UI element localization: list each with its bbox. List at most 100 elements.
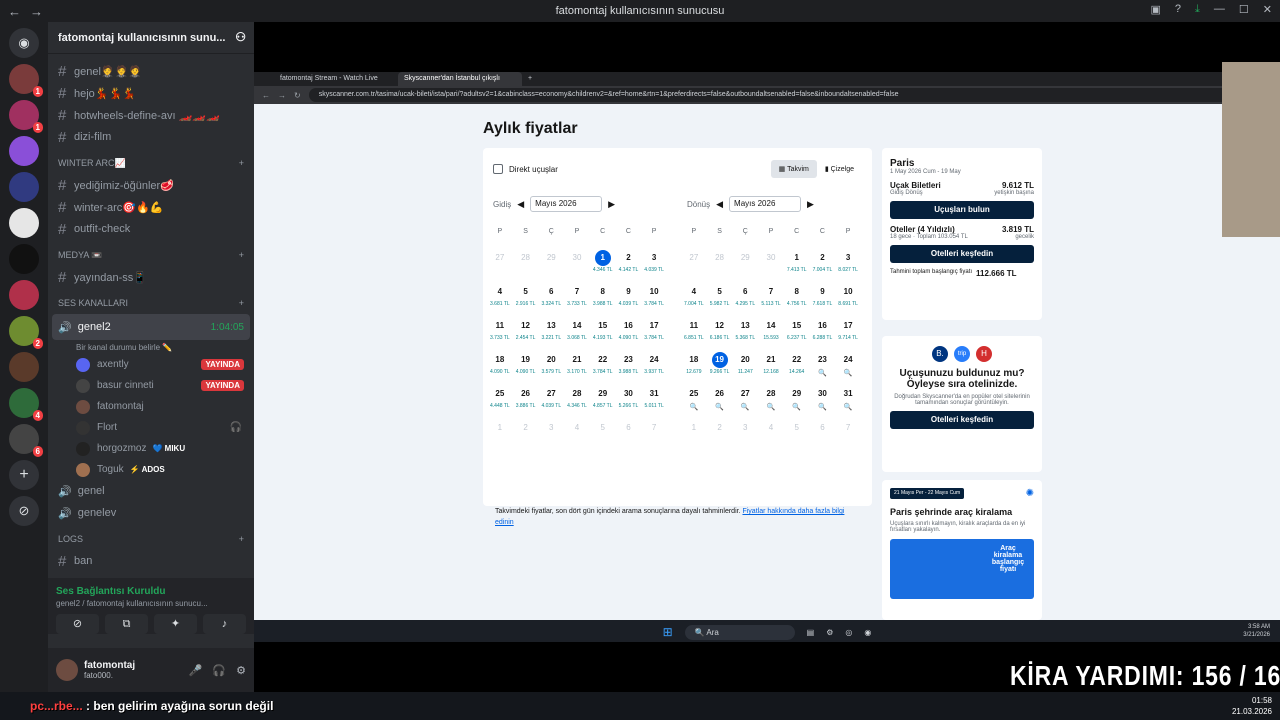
text-channel[interactable]: # hotwheels-define-avı 🏎️🏎️🏎️ <box>48 104 254 126</box>
calendar-day[interactable]: 11 6.851 TL <box>681 318 707 352</box>
text-channel[interactable]: # genel🤵🤵🤵 <box>48 60 254 82</box>
download-icon[interactable]: ⤓ <box>1195 3 1200 16</box>
text-channel[interactable]: # ban <box>48 550 254 572</box>
calendar-day[interactable]: 29 🔍 <box>784 386 810 420</box>
calendar-day[interactable]: 14 3.068 TL <box>564 318 590 352</box>
maximize-icon[interactable]: ☐ <box>1239 3 1249 16</box>
calendar-day[interactable]: 27 4.039 TL <box>538 386 564 420</box>
voice-user[interactable]: fatomontaj <box>48 396 254 417</box>
calendar-day[interactable]: 15 4.193 TL <box>590 318 616 352</box>
calendar-day[interactable]: 23 🔍 <box>810 352 836 386</box>
calendar-day[interactable]: 6 4.295 TL <box>732 284 758 318</box>
address-bar[interactable]: skyscanner.com.tr/tasima/ucak-bileti/ist… <box>308 88 1280 102</box>
discord-home-icon[interactable]: ◉ <box>9 28 39 58</box>
calendar-day[interactable]: 1 4.346 TL <box>590 250 616 284</box>
prev-month-icon[interactable]: ◀ <box>517 199 524 210</box>
windows-start-icon[interactable]: ⊞ <box>663 625 673 639</box>
settings-icon[interactable]: ⚙ <box>236 664 246 677</box>
voice-user[interactable]: horgozmoz 💙 MIKU <box>48 438 254 459</box>
category-logs[interactable]: LOGS + <box>48 528 254 550</box>
add-server-icon[interactable]: + <box>9 460 39 490</box>
add-channel-icon[interactable]: + <box>239 298 244 308</box>
server-icon[interactable]: 4 <box>9 388 43 421</box>
calendar-day[interactable]: 21 3.170 TL <box>564 352 590 386</box>
text-channel[interactable]: # winter-arc🎯🔥💪 <box>48 196 254 218</box>
channel-status[interactable]: Bir kanal durumu belirle ✏️ <box>48 340 254 354</box>
text-channel[interactable]: # dizi-film <box>48 126 254 148</box>
voice-user[interactable]: Toguk ⚡ ADOS <box>48 459 254 480</box>
add-channel-icon[interactable]: + <box>239 158 244 168</box>
server-header[interactable]: fatomontaj kullanıcısının sunu... ⚇ <box>48 22 254 54</box>
calendar-day[interactable]: 23 3.988 TL <box>616 352 642 386</box>
calendar-day[interactable]: 20 3.579 TL <box>538 352 564 386</box>
calendar-day[interactable]: 28 🔍 <box>758 386 784 420</box>
calendar-day[interactable]: 27 🔍 <box>732 386 758 420</box>
calendar-day[interactable]: 7 5.113 TL <box>758 284 784 318</box>
avatar[interactable] <box>56 659 78 681</box>
explore-icon[interactable]: ⊘ <box>9 496 39 526</box>
calendar-day[interactable]: 2 4.142 TL <box>616 250 642 284</box>
category-winter[interactable]: WINTER ARC📈 + <box>48 152 254 174</box>
calendar-day[interactable]: 31 5.011 TL <box>641 386 667 420</box>
calendar-day[interactable]: 22 14.264 <box>784 352 810 386</box>
category-voice[interactable]: Ses Kanalları + <box>48 292 254 314</box>
add-member-icon[interactable]: ⚇ <box>235 30 246 44</box>
category-medya[interactable]: MEDYA 📼 + <box>48 244 254 266</box>
voice-channel[interactable]: 🔊 genelev <box>48 502 254 524</box>
calendar-day[interactable]: 9 4.039 TL <box>616 284 642 318</box>
file-explorer-icon[interactable]: ▤ <box>807 628 815 637</box>
calendar-day[interactable]: 13 3.221 TL <box>538 318 564 352</box>
find-flights-button[interactable]: Uçuşları bulun <box>890 201 1034 219</box>
calendar-day[interactable]: 16 6.288 TL <box>810 318 836 352</box>
calendar-day[interactable]: 15 6.237 TL <box>784 318 810 352</box>
server-icon[interactable]: 1 <box>9 100 43 133</box>
calendar-day[interactable]: 8 3.988 TL <box>590 284 616 318</box>
inbox-icon[interactable]: ▣ <box>1151 3 1161 16</box>
next-month-icon[interactable]: ▶ <box>807 199 814 210</box>
forward-icon[interactable]: → <box>278 91 286 100</box>
soundboard-icon[interactable]: ♪ <box>203 614 246 634</box>
calendar-day[interactable]: 24 🔍 <box>835 352 861 386</box>
browser-tab[interactable]: fatomontaj Stream - Watch Live <box>274 72 398 86</box>
discord-icon[interactable]: ◉ <box>864 628 871 637</box>
close-icon[interactable]: ✕ <box>1263 3 1272 16</box>
calendar-day[interactable]: 1 7.413 TL <box>784 250 810 284</box>
text-channel[interactable]: # yediğimiz-öğünler🥩 <box>48 174 254 196</box>
voice-connected-sub[interactable]: genel2 / fatomontaj kullanıcısının sunuc… <box>56 599 246 608</box>
reload-icon[interactable]: ↻ <box>294 91 301 100</box>
calendar-day[interactable]: 24 3.937 TL <box>641 352 667 386</box>
calendar-day[interactable]: 8 4.756 TL <box>784 284 810 318</box>
back-icon[interactable]: ← <box>262 91 270 100</box>
calendar-day[interactable]: 12 2.454 TL <box>513 318 539 352</box>
prev-month-icon[interactable]: ◀ <box>716 199 723 210</box>
explore-hotels-button[interactable]: Otelleri keşfedin <box>890 411 1034 429</box>
next-month-icon[interactable]: ▶ <box>608 199 615 210</box>
server-icon[interactable] <box>9 136 39 166</box>
settings-icon[interactable]: ⚙ <box>826 628 833 637</box>
camera-off-icon[interactable]: ⊘ <box>56 614 99 634</box>
taskbar-search[interactable]: 🔍 Ara <box>684 624 795 640</box>
calendar-day[interactable]: 4 3.681 TL <box>487 284 513 318</box>
add-channel-icon[interactable]: + <box>239 534 244 544</box>
calendar-day[interactable]: 3 4.039 TL <box>641 250 667 284</box>
server-icon[interactable] <box>9 172 39 202</box>
calendar-day[interactable]: 30 🔍 <box>810 386 836 420</box>
activities-icon[interactable]: ✦ <box>154 614 197 634</box>
add-channel-icon[interactable]: + <box>239 250 244 260</box>
calendar-day[interactable]: 28 4.346 TL <box>564 386 590 420</box>
calendar-day[interactable]: 12 6.186 TL <box>707 318 733 352</box>
server-icon[interactable] <box>9 208 39 238</box>
microphone-icon[interactable]: 🎤 <box>189 664 203 677</box>
calendar-day[interactable]: 14 15.593 <box>758 318 784 352</box>
calendar-day[interactable]: 18 4.090 TL <box>487 352 513 386</box>
tab-chart[interactable]: ▮ Çizelge <box>817 160 862 178</box>
server-icon[interactable] <box>9 244 39 274</box>
calendar-day[interactable]: 9 7.618 TL <box>810 284 836 318</box>
server-icon[interactable]: 1 <box>9 64 43 97</box>
voice-user[interactable]: Flort 🎧 <box>48 417 254 438</box>
calendar-day[interactable]: 17 3.784 TL <box>641 318 667 352</box>
calendar-day[interactable]: 20 11.247 <box>732 352 758 386</box>
return-month-select[interactable]: Mayıs 2026 <box>729 196 802 212</box>
calendar-day[interactable]: 2 7.004 TL <box>810 250 836 284</box>
calendar-day[interactable]: 7 3.733 TL <box>564 284 590 318</box>
